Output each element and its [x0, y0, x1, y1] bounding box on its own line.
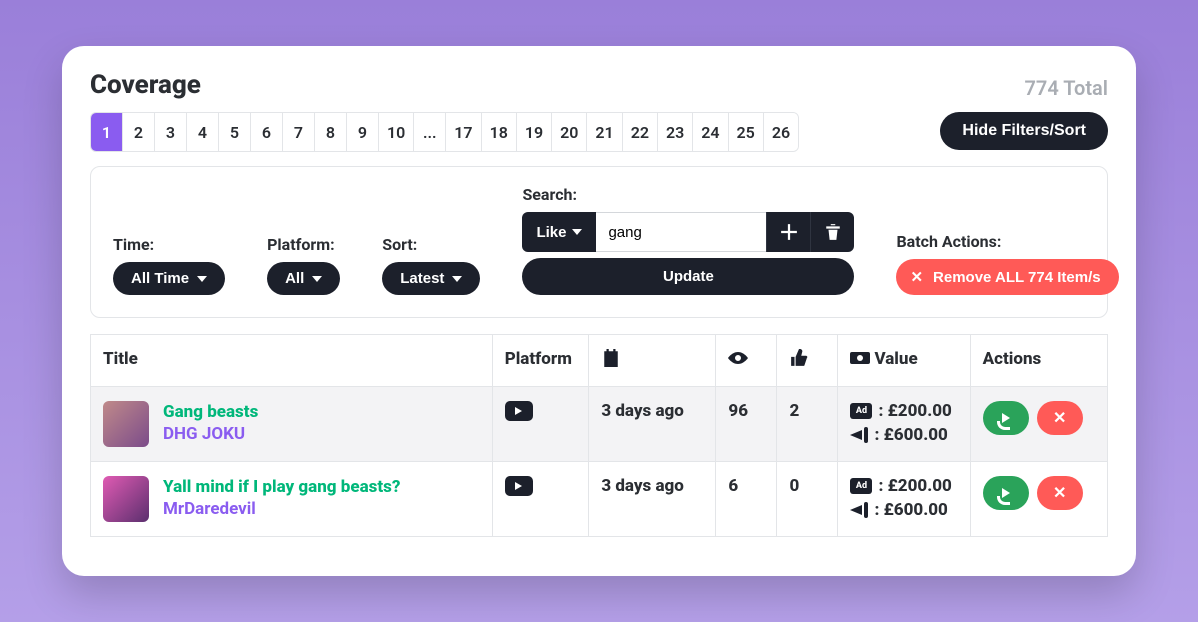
page-10[interactable]: 10 [379, 113, 414, 151]
sort-filter-label: Sort: [382, 235, 480, 254]
page-20[interactable]: 20 [552, 113, 587, 151]
search-label: Search: [522, 185, 854, 204]
page-5[interactable]: 5 [219, 113, 251, 151]
platform-filter-label: Platform: [267, 235, 340, 254]
column-header-likes[interactable] [777, 335, 838, 387]
table-row: Yall mind if I play gang beasts? MrDared… [91, 462, 1108, 537]
plus-icon [779, 223, 799, 241]
chevron-down-icon [197, 276, 207, 282]
eye-icon [728, 349, 748, 367]
channel-link[interactable]: MrDaredevil [163, 498, 400, 520]
likes-value: 0 [789, 476, 799, 496]
sort-filter-value: Latest [400, 270, 444, 287]
page-1[interactable]: 1 [91, 113, 123, 151]
page-6[interactable]: 6 [251, 113, 283, 151]
date-value: 3 days ago [601, 401, 684, 421]
megaphone-icon [850, 502, 868, 518]
column-header-value[interactable]: Value [838, 335, 970, 387]
column-header-actions: Actions [970, 335, 1107, 387]
batch-actions-label: Batch Actions: [896, 232, 1118, 251]
page-2[interactable]: 2 [123, 113, 155, 151]
ad-icon: Ad [850, 478, 872, 494]
time-filter-dropdown[interactable]: All Time [113, 262, 225, 295]
total-count: 774 Total [1024, 76, 1108, 100]
search-clear-button[interactable] [810, 212, 854, 252]
video-thumbnail[interactable] [103, 476, 149, 522]
search-mode-dropdown[interactable]: Like [522, 212, 596, 252]
close-icon: ✕ [910, 268, 923, 286]
page-19[interactable]: 19 [517, 113, 552, 151]
column-header-views[interactable] [716, 335, 777, 387]
page-21[interactable]: 21 [587, 113, 622, 151]
ad-value: : £200.00 [878, 476, 951, 496]
money-icon [850, 349, 870, 367]
filters-panel: Time: All Time Platform: All Sort: Lates… [90, 166, 1108, 318]
table-row: Gang beasts DHG JOKU 3 days ago 96 2 Ad:… [91, 387, 1108, 462]
views-value: 96 [728, 401, 748, 421]
page-4[interactable]: 4 [187, 113, 219, 151]
youtube-icon [505, 476, 533, 496]
page-3[interactable]: 3 [155, 113, 187, 151]
calendar-icon [601, 349, 621, 367]
thumbs-up-icon [789, 349, 809, 367]
megaphone-icon [850, 427, 868, 443]
page-8[interactable]: 8 [315, 113, 347, 151]
search-update-button[interactable]: Update [522, 258, 854, 295]
column-header-platform[interactable]: Platform [492, 335, 589, 387]
remove-button[interactable]: ✕ [1037, 476, 1083, 510]
video-thumbnail[interactable] [103, 401, 149, 447]
youtube-icon [505, 401, 533, 421]
pagination: 12345678910...17181920212223242526 [90, 112, 799, 152]
promo-value: : £600.00 [874, 425, 947, 445]
search-input[interactable] [596, 212, 766, 252]
page-24[interactable]: 24 [693, 113, 728, 151]
channel-link[interactable]: DHG JOKU [163, 423, 258, 445]
share-icon [1002, 413, 1010, 423]
close-icon: ✕ [1053, 408, 1066, 428]
page-9[interactable]: 9 [347, 113, 379, 151]
video-title-link[interactable]: Gang beasts [163, 401, 258, 423]
page-23[interactable]: 23 [658, 113, 693, 151]
likes-value: 2 [789, 401, 799, 421]
platform-filter-value: All [285, 270, 304, 287]
column-header-title[interactable]: Title [91, 335, 493, 387]
page-25[interactable]: 25 [729, 113, 764, 151]
search-add-button[interactable] [766, 212, 810, 252]
remove-button[interactable]: ✕ [1037, 401, 1083, 435]
hide-filters-button[interactable]: Hide Filters/Sort [940, 112, 1108, 150]
promo-value: : £600.00 [874, 500, 947, 520]
share-icon [1002, 488, 1010, 498]
chevron-down-icon [312, 276, 322, 282]
share-button[interactable] [983, 476, 1029, 510]
platform-filter-dropdown[interactable]: All [267, 262, 340, 295]
chevron-down-icon [572, 229, 582, 235]
page-26[interactable]: 26 [764, 113, 798, 151]
search-mode-value: Like [536, 224, 566, 241]
page-7[interactable]: 7 [283, 113, 315, 151]
chevron-down-icon [452, 276, 462, 282]
close-icon: ✕ [1053, 483, 1066, 503]
remove-all-button[interactable]: ✕ Remove ALL 774 Item/s [896, 259, 1118, 295]
remove-all-label: Remove ALL 774 Item/s [933, 269, 1101, 286]
time-filter-value: All Time [131, 270, 189, 287]
page-17[interactable]: 17 [446, 113, 481, 151]
video-title-link[interactable]: Yall mind if I play gang beasts? [163, 476, 400, 498]
ad-icon: Ad [850, 403, 872, 419]
page-...: ... [414, 113, 446, 151]
time-filter-label: Time: [113, 235, 225, 254]
views-value: 6 [728, 476, 738, 496]
ad-value: : £200.00 [878, 401, 951, 421]
sort-filter-dropdown[interactable]: Latest [382, 262, 480, 295]
page-22[interactable]: 22 [623, 113, 658, 151]
share-button[interactable] [983, 401, 1029, 435]
page-18[interactable]: 18 [482, 113, 517, 151]
column-header-date[interactable] [589, 335, 716, 387]
date-value: 3 days ago [601, 476, 684, 496]
trash-icon [823, 223, 843, 241]
coverage-table: Title Platform Value Actions [90, 334, 1108, 537]
page-title: Coverage [90, 70, 201, 100]
